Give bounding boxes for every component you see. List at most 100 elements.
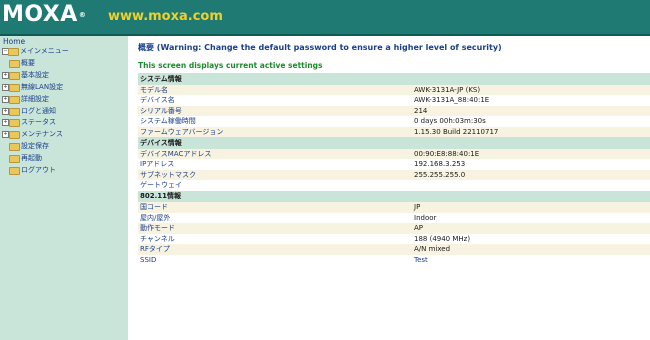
expand-icon[interactable]: + <box>2 71 9 79</box>
setting-value: AWK-3131A-JP (KS) <box>412 84 650 95</box>
menu-tree: − メインメニュー 概要 + 基本設定 + 無線LAN設定 + 詳細設定 + ログと通知 + ステー… <box>0 46 128 177</box>
setting-label: サブネットマスク <box>138 169 412 180</box>
sidebar-item-label: 設定保存 <box>21 142 49 151</box>
page-subtitle: This screen displays current active sett… <box>138 61 323 70</box>
sidebar-item-label: 詳細設定 <box>21 94 49 103</box>
menu-root-label: メインメニュー <box>20 47 69 55</box>
sidebar-item[interactable]: ログアウト <box>0 165 128 177</box>
expand-icon[interactable]: + <box>2 83 9 91</box>
folder-icon <box>9 71 20 80</box>
sidebar-item[interactable]: + ログと通知 <box>0 106 128 118</box>
setting-label: シリアル番号 <box>138 105 412 116</box>
setting-label: RFタイプ <box>138 244 412 255</box>
table-row: IPアドレス 192.168.3.253 <box>138 159 650 170</box>
setting-value: Test <box>412 254 650 265</box>
section-title: システム情報 <box>138 73 650 85</box>
expand-icon[interactable]: + <box>2 107 9 115</box>
table-row: ゲートウェイ <box>138 180 650 191</box>
setting-label: ファームウェアバージョン <box>138 126 412 137</box>
brand-name: MOXA <box>2 2 78 27</box>
setting-label: 動作モード <box>138 223 412 234</box>
settings-table: システム情報 モデル名 AWK-3131A-JP (KS) デバイス名 AWK-3131… <box>138 73 650 265</box>
setting-value: 188 (4940 MHz) <box>412 233 650 244</box>
setting-label: チャンネル <box>138 233 412 244</box>
sidebar-item[interactable]: + 基本設定 <box>0 70 128 82</box>
setting-value: 192.168.3.253 <box>412 159 650 170</box>
setting-label: 屋内/屋外 <box>138 212 412 223</box>
page-title-warning: 概要 (Warning: Change the default password… <box>138 43 502 52</box>
setting-label: IPアドレス <box>138 159 412 170</box>
sidebar-item-label: 無線LAN設定 <box>21 82 64 91</box>
sidebar-item[interactable]: + 無線LAN設定 <box>0 82 128 94</box>
sidebar-item-label: 基本設定 <box>21 70 49 79</box>
folder-icon <box>9 155 20 164</box>
sidebar-item[interactable]: 設定保存 <box>0 141 128 153</box>
folder-icon <box>9 167 20 176</box>
table-row: チャンネル 188 (4940 MHz) <box>138 233 650 244</box>
top-header: MOXA® www.moxa.com <box>0 0 650 36</box>
sidebar-item-label: 再起動 <box>21 154 42 163</box>
sidebar-item[interactable]: 再起動 <box>0 153 128 165</box>
table-row: ファームウェアバージョン 1.15.30 Build 22110717 <box>138 126 650 137</box>
table-row: サブネットマスク 255.255.255.0 <box>138 169 650 180</box>
sidebar: Home − メインメニュー 概要 + 基本設定 + 無線LAN設定 + 詳細設定 + ログと通… <box>0 36 128 340</box>
table-row: システム稼働時間 0 days 00h:03m:30s <box>138 116 650 127</box>
table-row: SSID Test <box>138 254 650 265</box>
sidebar-item[interactable]: + ステータス <box>0 117 128 129</box>
sidebar-item-label: メンテナンス <box>21 130 63 139</box>
table-row: デバイス名 AWK-3131A_88:40:1E <box>138 95 650 106</box>
setting-value <box>412 180 650 191</box>
setting-value: JP <box>412 202 650 213</box>
table-row: デバイスMACアドレス 00:90:E8:88:40:1E <box>138 148 650 159</box>
sidebar-item-label: ログと通知 <box>21 106 56 115</box>
table-row: モデル名 AWK-3131A-JP (KS) <box>138 84 650 95</box>
table-row: 屋内/屋外 Indoor <box>138 212 650 223</box>
expand-icon[interactable]: + <box>2 95 9 103</box>
table-row: RFタイプ A/N mixed <box>138 244 650 255</box>
setting-label: システム稼働時間 <box>138 116 412 127</box>
folder-icon <box>9 60 20 68</box>
setting-value: 0 days 00h:03m:30s <box>412 116 650 127</box>
folder-icon <box>9 95 20 104</box>
setting-label: モデル名 <box>138 84 412 95</box>
folder-icon <box>9 131 20 140</box>
registered-mark: ® <box>78 11 87 19</box>
sidebar-item-label: ステータス <box>21 118 56 127</box>
section-header: 802.11情報 <box>138 190 650 202</box>
setting-label: デバイス名 <box>138 95 412 106</box>
setting-label: デバイスMACアドレス <box>138 148 412 159</box>
setting-label: 国コード <box>138 202 412 213</box>
folder-icon <box>9 107 20 116</box>
section-header: デバイス情報 <box>138 137 650 149</box>
home-link[interactable]: Home <box>3 37 25 46</box>
expand-icon[interactable]: + <box>2 119 9 127</box>
section-title: デバイス情報 <box>138 137 650 149</box>
moxa-logo[interactable]: MOXA® <box>2 3 86 27</box>
setting-value: 00:90:E8:88:40:1E <box>412 148 650 159</box>
table-row: 動作モード AP <box>138 223 650 234</box>
folder-open-icon <box>8 48 19 56</box>
folder-icon <box>9 119 20 128</box>
folder-icon <box>9 143 20 152</box>
setting-value: AWK-3131A_88:40:1E <box>412 95 650 106</box>
folder-icon <box>9 83 20 92</box>
setting-label: SSID <box>138 254 412 265</box>
setting-label: ゲートウェイ <box>138 180 412 191</box>
sidebar-item[interactable]: + メンテナンス <box>0 129 128 141</box>
expand-icon[interactable]: + <box>2 131 9 139</box>
table-row: 国コード JP <box>138 202 650 213</box>
moxa-url-link[interactable]: www.moxa.com <box>108 9 223 24</box>
setting-value: 214 <box>412 105 650 116</box>
menu-root[interactable]: − メインメニュー <box>0 46 128 58</box>
section-title: 802.11情報 <box>138 190 650 202</box>
sidebar-item[interactable]: + 詳細設定 <box>0 94 128 106</box>
setting-value: A/N mixed <box>412 244 650 255</box>
sidebar-item-label: 概要 <box>21 59 35 67</box>
setting-value: 1.15.30 Build 22110717 <box>412 126 650 137</box>
setting-value: 255.255.255.0 <box>412 169 650 180</box>
sidebar-item[interactable]: 概要 <box>0 58 128 70</box>
setting-value: AP <box>412 223 650 234</box>
sidebar-item-label: ログアウト <box>21 166 56 175</box>
setting-value: Indoor <box>412 212 650 223</box>
table-row: シリアル番号 214 <box>138 105 650 116</box>
